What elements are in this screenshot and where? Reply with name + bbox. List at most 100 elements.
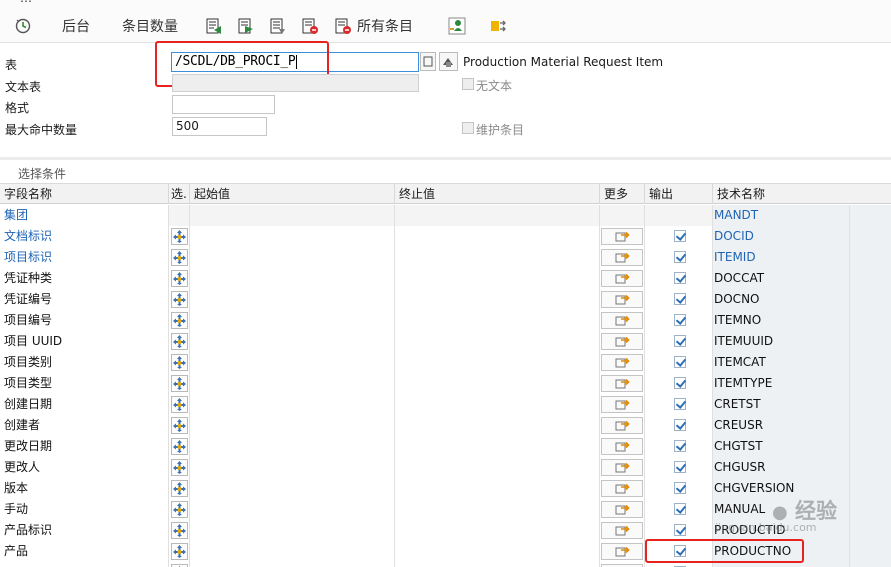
select-options-button[interactable] bbox=[171, 501, 188, 518]
multiple-selection-button[interactable] bbox=[601, 270, 643, 287]
execute-button[interactable] bbox=[14, 14, 32, 38]
to-value-input[interactable] bbox=[395, 310, 600, 331]
output-checkbox[interactable] bbox=[674, 272, 686, 284]
multiple-selection-button[interactable] bbox=[601, 522, 643, 539]
output-checkbox[interactable] bbox=[674, 230, 686, 242]
output-checkbox[interactable] bbox=[674, 461, 686, 473]
from-value-input[interactable] bbox=[190, 394, 395, 415]
multiple-selection-button[interactable] bbox=[601, 333, 643, 350]
to-value-input[interactable] bbox=[395, 226, 600, 247]
to-value-input[interactable] bbox=[395, 247, 600, 268]
multiple-selection-button[interactable] bbox=[601, 501, 643, 518]
from-value-input[interactable] bbox=[190, 478, 395, 499]
from-value-input[interactable] bbox=[190, 562, 395, 567]
max-hits-input[interactable]: 500 bbox=[172, 117, 267, 136]
other-table-button[interactable] bbox=[489, 14, 507, 38]
layout-grey-button[interactable] bbox=[269, 14, 287, 38]
multiple-selection-button[interactable] bbox=[601, 249, 643, 266]
layout-green-button-1[interactable] bbox=[205, 14, 223, 38]
select-options-button[interactable] bbox=[171, 333, 188, 350]
from-value-input[interactable] bbox=[190, 289, 395, 310]
multiple-selection-button[interactable] bbox=[601, 480, 643, 497]
background-button[interactable]: 后台 bbox=[62, 14, 90, 38]
select-options-button[interactable] bbox=[171, 417, 188, 434]
select-options-button[interactable] bbox=[171, 543, 188, 560]
from-value-input[interactable] bbox=[190, 415, 395, 436]
layout-green-button-2[interactable] bbox=[237, 14, 255, 38]
delete-layout-button[interactable] bbox=[301, 14, 319, 38]
multiple-selection-button[interactable] bbox=[601, 459, 643, 476]
multiple-selection-button[interactable] bbox=[601, 543, 643, 560]
from-value-input[interactable] bbox=[190, 247, 395, 268]
select-options-button[interactable] bbox=[171, 291, 188, 308]
multiple-selection-button[interactable] bbox=[601, 228, 643, 245]
output-checkbox[interactable] bbox=[674, 377, 686, 389]
output-checkbox[interactable] bbox=[674, 314, 686, 326]
output-checkbox[interactable] bbox=[674, 482, 686, 494]
select-options-button[interactable] bbox=[171, 459, 188, 476]
output-checkbox[interactable] bbox=[674, 293, 686, 305]
to-value-input[interactable] bbox=[395, 457, 600, 478]
select-options-button[interactable] bbox=[171, 375, 188, 392]
table-structure-button[interactable] bbox=[439, 52, 458, 71]
from-value-input[interactable] bbox=[190, 436, 395, 457]
output-checkbox[interactable] bbox=[674, 503, 686, 515]
from-value-input[interactable] bbox=[190, 499, 395, 520]
selection-criteria-tab[interactable]: 选择条件 bbox=[0, 160, 891, 184]
to-value-input[interactable] bbox=[395, 352, 600, 373]
user-settings-button[interactable] bbox=[448, 14, 466, 38]
from-value-input[interactable] bbox=[190, 226, 395, 247]
multiple-selection-button[interactable] bbox=[601, 396, 643, 413]
output-checkbox[interactable] bbox=[674, 524, 686, 536]
to-value-input[interactable] bbox=[395, 415, 600, 436]
from-value-input[interactable] bbox=[190, 268, 395, 289]
multiple-selection-button[interactable] bbox=[601, 438, 643, 455]
to-value-input[interactable] bbox=[395, 331, 600, 352]
select-options-button[interactable] bbox=[171, 354, 188, 371]
from-value-input[interactable] bbox=[190, 352, 395, 373]
to-value-input[interactable] bbox=[395, 520, 600, 541]
from-value-input[interactable] bbox=[190, 541, 395, 562]
to-value-input[interactable] bbox=[395, 478, 600, 499]
select-options-button[interactable] bbox=[171, 312, 188, 329]
output-checkbox[interactable] bbox=[674, 335, 686, 347]
all-entries-button[interactable]: 所有条目 bbox=[334, 14, 413, 38]
to-value-input[interactable] bbox=[395, 499, 600, 520]
select-options-button[interactable] bbox=[171, 270, 188, 287]
no-text-checkbox[interactable] bbox=[462, 78, 474, 90]
layout-input[interactable] bbox=[172, 95, 275, 114]
row-filler bbox=[850, 289, 891, 310]
from-value-input[interactable] bbox=[190, 331, 395, 352]
multiple-selection-button[interactable] bbox=[601, 354, 643, 371]
from-value-input[interactable] bbox=[190, 310, 395, 331]
output-checkbox[interactable] bbox=[674, 419, 686, 431]
select-options-button[interactable] bbox=[171, 522, 188, 539]
multiple-selection-button[interactable] bbox=[601, 417, 643, 434]
to-value-input[interactable] bbox=[395, 268, 600, 289]
multiple-selection-button[interactable] bbox=[601, 375, 643, 392]
from-value-input[interactable] bbox=[190, 457, 395, 478]
to-value-input[interactable] bbox=[395, 373, 600, 394]
from-value-input[interactable] bbox=[190, 520, 395, 541]
output-checkbox[interactable] bbox=[674, 356, 686, 368]
select-options-button[interactable] bbox=[171, 249, 188, 266]
select-options-button[interactable] bbox=[171, 438, 188, 455]
output-checkbox[interactable] bbox=[674, 440, 686, 452]
multiple-selection-button[interactable] bbox=[601, 291, 643, 308]
to-value-input[interactable] bbox=[395, 541, 600, 562]
output-checkbox[interactable] bbox=[674, 251, 686, 263]
select-options-button[interactable] bbox=[171, 396, 188, 413]
to-value-input[interactable] bbox=[395, 562, 600, 567]
table-f4-help-button[interactable] bbox=[420, 52, 436, 71]
multiple-selection-button[interactable] bbox=[601, 312, 643, 329]
maintain-entries-checkbox[interactable] bbox=[462, 122, 474, 134]
output-checkbox[interactable] bbox=[674, 398, 686, 410]
to-value-input[interactable] bbox=[395, 436, 600, 457]
select-options-button[interactable] bbox=[171, 228, 188, 245]
to-value-input[interactable] bbox=[395, 289, 600, 310]
select-options-button[interactable] bbox=[171, 480, 188, 497]
from-value-input[interactable] bbox=[190, 373, 395, 394]
more-cell bbox=[600, 268, 645, 289]
number-of-entries-button[interactable]: 条目数量 bbox=[122, 14, 178, 38]
to-value-input[interactable] bbox=[395, 394, 600, 415]
